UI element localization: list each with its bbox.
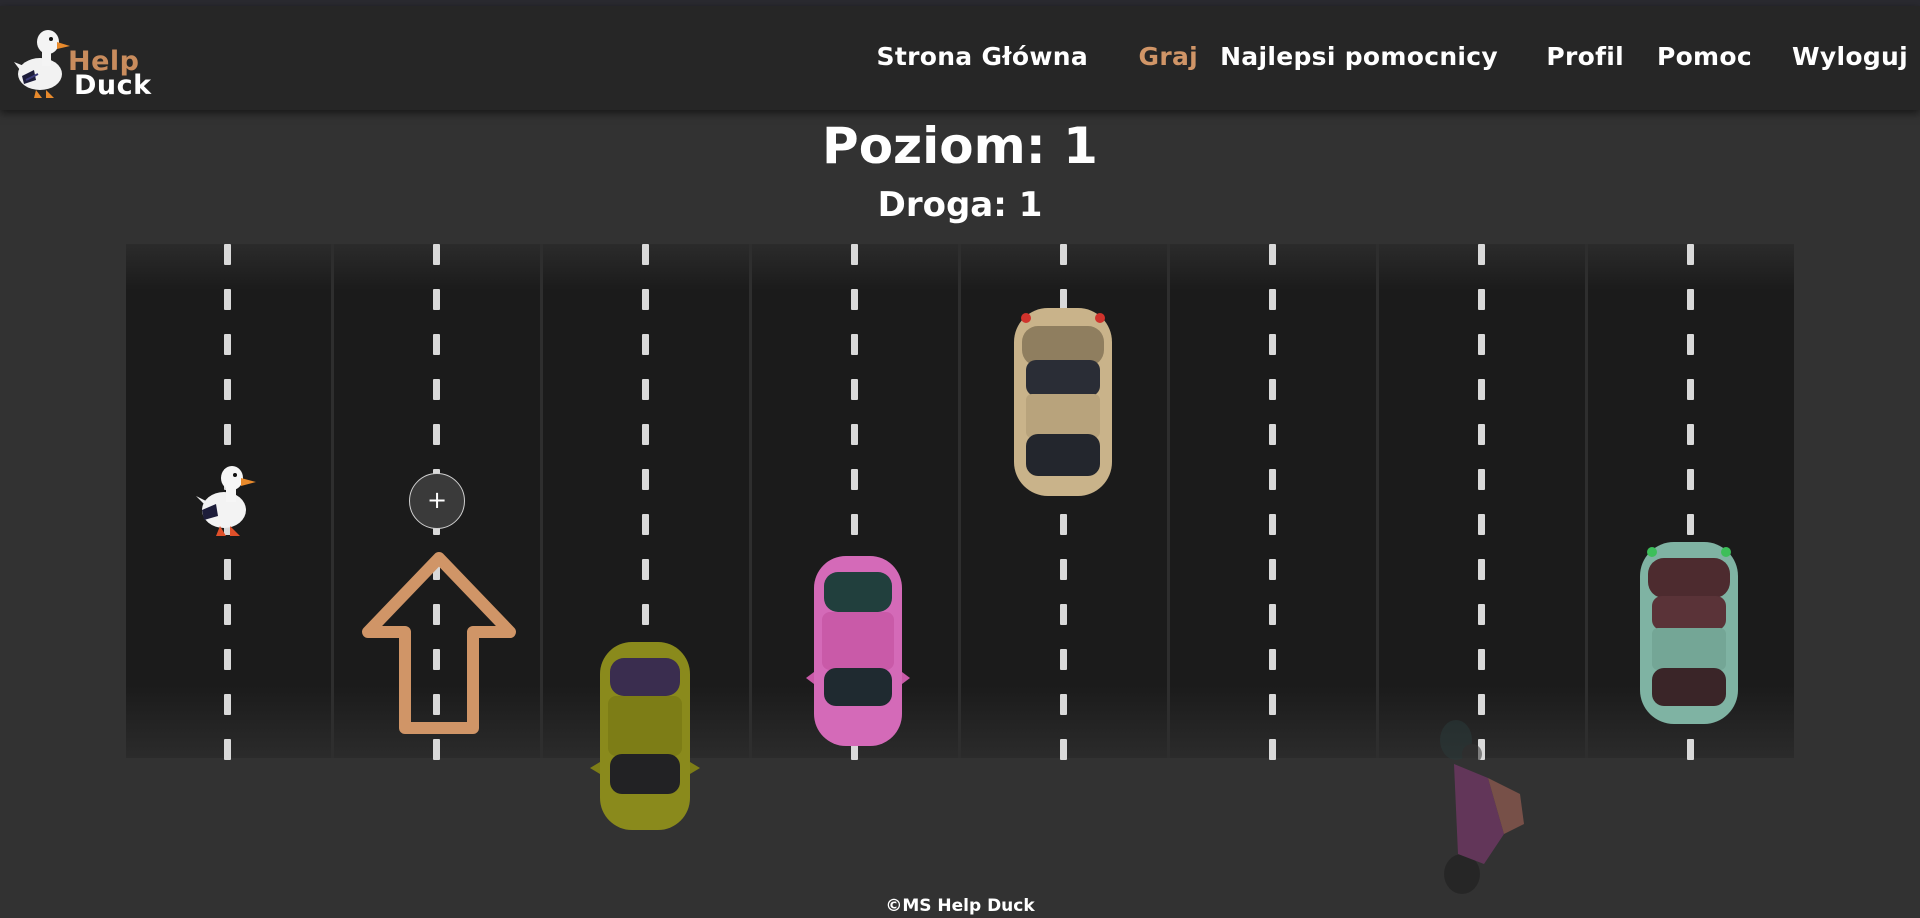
lane-dash	[1269, 604, 1276, 625]
lane-dash	[1269, 469, 1276, 490]
lane-marking	[1269, 244, 1277, 760]
lane-dash	[224, 289, 231, 310]
lane-dash	[224, 424, 231, 445]
lane-dash	[1269, 424, 1276, 445]
level-label: Poziom: 1	[822, 117, 1098, 175]
lane-dash	[1478, 424, 1485, 445]
footer: ©MS Help Duck	[885, 896, 1035, 916]
lane-dash	[1687, 469, 1694, 490]
lane-dash	[1269, 244, 1276, 265]
lane-dash	[1269, 649, 1276, 670]
lane-dash	[1478, 244, 1485, 265]
lane-dash	[1478, 604, 1485, 625]
lane-separator	[540, 244, 543, 758]
lane-dash	[1687, 379, 1694, 400]
lane-dash	[433, 379, 440, 400]
nav-item-top-helpers[interactable]: Najlepsi pomocnicy	[1220, 42, 1498, 72]
lane-dash	[1060, 604, 1067, 625]
lane-dash	[224, 244, 231, 265]
lane-dash	[851, 289, 858, 310]
lane-dash	[433, 334, 440, 355]
road-label: Droga: 1	[877, 185, 1043, 225]
up-arrow-icon[interactable]	[360, 550, 518, 736]
lane-dash	[1687, 739, 1694, 760]
logo-text-duck: Duck	[74, 70, 152, 101]
lane-dash	[642, 604, 649, 625]
lane-dash	[1478, 334, 1485, 355]
lane-dash	[1687, 244, 1694, 265]
lane-dash	[1060, 514, 1067, 535]
lane-dash	[851, 379, 858, 400]
lane-dash	[1269, 289, 1276, 310]
lane-dash	[224, 334, 231, 355]
lane-dash	[851, 424, 858, 445]
lane-dash	[224, 649, 231, 670]
lane-dash	[642, 514, 649, 535]
lane-dash	[1687, 289, 1694, 310]
lane-separator	[749, 244, 752, 758]
lane-dash	[224, 739, 231, 760]
lane-separator	[1585, 244, 1588, 758]
car-beige	[1014, 308, 1112, 496]
lane-dash	[433, 739, 440, 760]
lane-separator	[1167, 244, 1170, 758]
car-pink	[806, 556, 910, 746]
lane-dash	[224, 559, 231, 580]
lane-dash	[1269, 379, 1276, 400]
lane-dash	[1687, 514, 1694, 535]
lane-dash	[851, 244, 858, 265]
lane-separator	[331, 244, 334, 758]
nav-item-play[interactable]: Graj	[1139, 42, 1199, 72]
lane-dash	[1478, 289, 1485, 310]
lane-dash	[224, 379, 231, 400]
lane-dash	[1060, 244, 1067, 265]
lane-dash	[1269, 514, 1276, 535]
lane-dash	[1060, 559, 1067, 580]
lane-dash	[642, 379, 649, 400]
lane-dash	[1478, 649, 1485, 670]
lane-dash	[1687, 424, 1694, 445]
lane-dash	[433, 289, 440, 310]
car-mint	[1640, 542, 1738, 724]
duck-icon[interactable]	[192, 458, 264, 542]
lane-dash	[1269, 739, 1276, 760]
lane-dash	[1060, 694, 1067, 715]
lane-dash	[433, 244, 440, 265]
lane-marking	[1478, 244, 1486, 760]
plus-icon[interactable]: +	[409, 473, 465, 529]
nav-item-logout[interactable]: Wyloguj	[1792, 42, 1908, 72]
lane-dash	[1060, 649, 1067, 670]
lane-separator	[958, 244, 961, 758]
lane-dash	[1478, 694, 1485, 715]
logo[interactable]: Help Duck	[10, 16, 152, 106]
lane-dash	[642, 244, 649, 265]
lane-dash	[1478, 469, 1485, 490]
lane-dash	[1060, 739, 1067, 760]
lane-dash	[1269, 334, 1276, 355]
lane-dash	[642, 289, 649, 310]
lane-dash	[1478, 514, 1485, 535]
nav-item-profile[interactable]: Profil	[1546, 42, 1624, 72]
header: Help Duck Strona Główna Graj Najlepsi po…	[0, 6, 1920, 110]
lane-dash	[433, 424, 440, 445]
motorbike	[1440, 720, 1524, 894]
lane-dash	[224, 604, 231, 625]
nav-item-home[interactable]: Strona Główna	[877, 42, 1088, 72]
lane-dash	[642, 424, 649, 445]
lane-dash	[1269, 559, 1276, 580]
lane-dash	[851, 469, 858, 490]
lane-dash	[642, 334, 649, 355]
lane-dash	[224, 694, 231, 715]
lane-dash	[1478, 559, 1485, 580]
lane-dash	[851, 334, 858, 355]
lane-dash	[642, 559, 649, 580]
lane-dash	[851, 514, 858, 535]
nav-item-help[interactable]: Pomoc	[1657, 42, 1752, 72]
lane-separator	[1376, 244, 1379, 758]
lane-dash	[642, 469, 649, 490]
lane-dash	[1687, 334, 1694, 355]
car-olive	[590, 642, 700, 830]
lane-dash	[1478, 379, 1485, 400]
lane-dash	[1269, 694, 1276, 715]
